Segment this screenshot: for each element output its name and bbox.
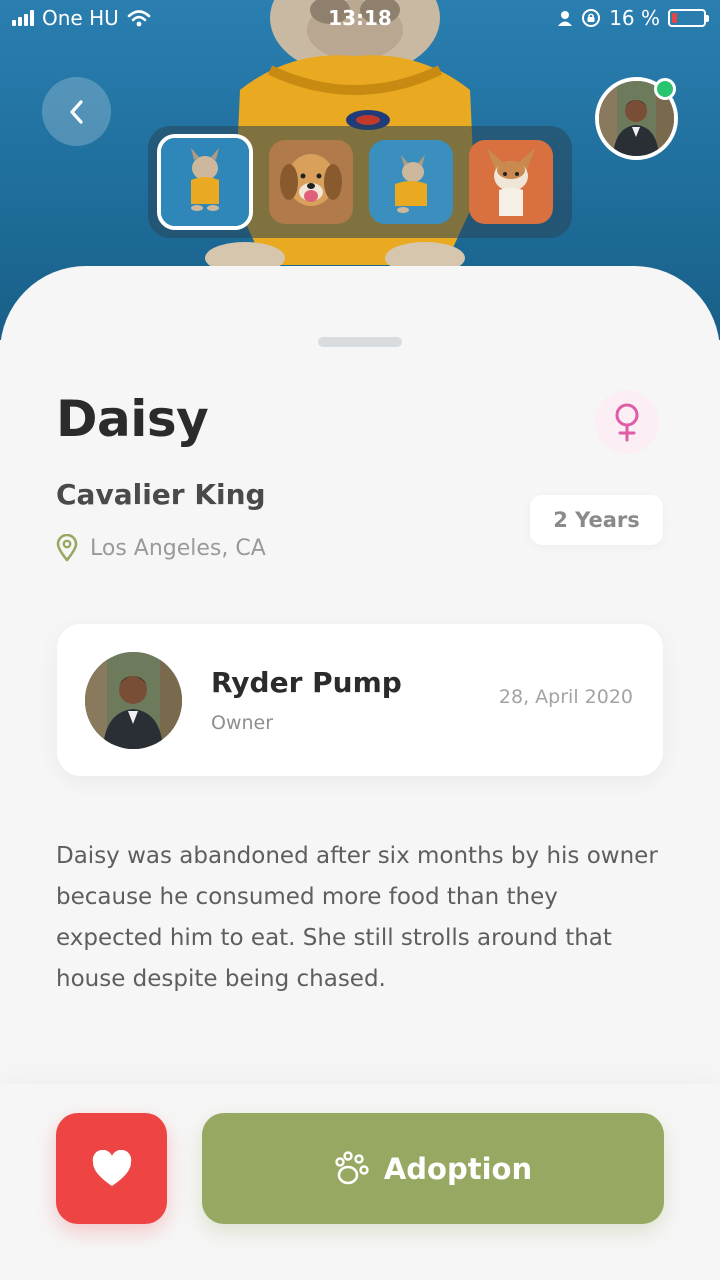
avatar [85,652,182,749]
adoption-label: Adoption [383,1151,533,1186]
heart-icon [92,1149,131,1186]
female-icon [615,403,639,442]
pet-name: Daisy [56,390,209,448]
thumbnail-1[interactable] [157,134,253,230]
gender-badge [595,390,659,454]
action-bar: Adoption [0,1084,720,1280]
location-pin-icon [56,534,78,562]
battery-icon [668,9,709,27]
battery-percent: 16 % [609,6,660,30]
thumbnail-4[interactable] [469,140,553,224]
dog-thumbnail [269,140,353,224]
chevron-left-icon [69,99,83,124]
owner-card[interactable]: Ryder Pump Owner 28, April 2020 [57,624,663,776]
owner-name: Ryder Pump [211,666,402,699]
owner-role: Owner [211,712,274,734]
dog-thumbnail [161,138,249,226]
dog-thumbnail [469,140,553,224]
back-button[interactable] [42,77,111,146]
status-bar: One HU 13:18 16 % [0,0,720,38]
pet-description: Daisy was abandoned after six months by … [56,843,658,992]
pet-breed: Cavalier King [56,478,266,511]
online-status-dot [654,78,676,100]
adoption-button[interactable]: Adoption [202,1113,664,1224]
owner-avatar [85,652,182,749]
thumbnail-3[interactable] [369,140,453,224]
age-badge: 2 Years [530,495,663,545]
sheet-handle[interactable] [318,337,402,347]
person-icon [558,11,573,26]
paw-icon [335,1150,369,1184]
location-label: Los Angeles, CA [90,535,266,561]
listing-date: 28, April 2020 [498,686,633,708]
favorite-button[interactable] [56,1113,167,1224]
dog-thumbnail [369,140,453,224]
rotation-lock-icon [582,9,601,27]
thumbnail-2[interactable] [269,140,353,224]
photo-gallery [148,126,572,238]
pet-location: Los Angeles, CA [56,534,266,562]
